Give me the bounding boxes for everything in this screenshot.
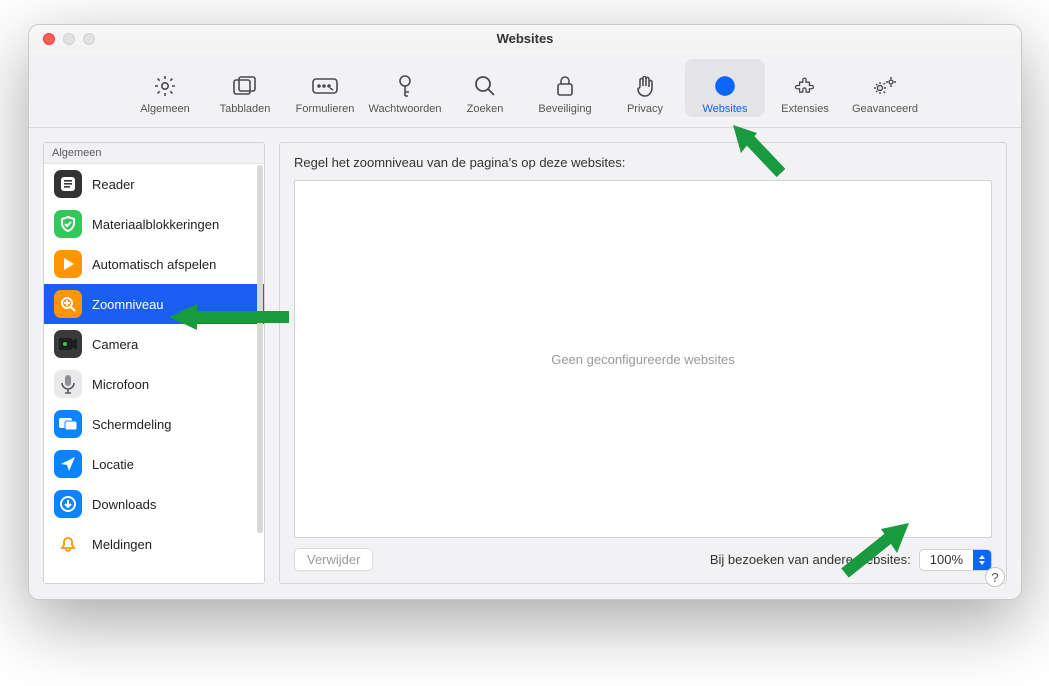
sidebar-item-downloads[interactable]: Downloads (44, 484, 264, 524)
window-title: Websites (29, 31, 1021, 46)
screens-icon (54, 410, 82, 438)
sidebar-item-zoom[interactable]: Zoomniveau (44, 284, 264, 324)
gears-icon (867, 73, 903, 99)
sidebar-list[interactable]: Reader Materiaalblokkeringen Automatisch a… (44, 164, 264, 582)
help-button[interactable]: ? (985, 567, 1005, 587)
sidebar-item-label: Meldingen (92, 537, 152, 552)
toolbar-tab-advanced[interactable]: Geavanceerd (845, 59, 925, 117)
camera-icon (54, 330, 82, 358)
toolbar-tab-websites[interactable]: Websites (685, 59, 765, 117)
sidebar-item-label: Zoomniveau (92, 297, 164, 312)
delete-button[interactable]: Verwijder (294, 548, 373, 571)
sidebar-item-microphone[interactable]: Microfoon (44, 364, 264, 404)
toolbar-tab-label: Geavanceerd (852, 103, 918, 115)
titlebar: Websites (29, 25, 1021, 53)
main-panel: Regel het zoomniveau van de pagina's op … (279, 142, 1007, 584)
toolbar-tab-label: Algemeen (140, 103, 190, 115)
location-icon (54, 450, 82, 478)
zoom-icon (54, 290, 82, 318)
toolbar-tab-label: Wachtwoorden (369, 103, 442, 115)
toolbar-tab-search[interactable]: Zoeken (445, 59, 525, 117)
zoom-level-select[interactable]: 100% (919, 549, 992, 571)
panel-footer: Verwijder Bij bezoeken van andere websit… (294, 548, 992, 571)
instruction-label: Regel het zoomniveau van de pagina's op … (294, 155, 992, 170)
search-icon (467, 73, 503, 99)
bell-icon (54, 530, 82, 558)
sidebar-item-label: Microfoon (92, 377, 149, 392)
stepper-arrows-icon (973, 550, 991, 570)
reader-icon (54, 170, 82, 198)
lock-icon (547, 73, 583, 99)
puzzle-icon (787, 73, 823, 99)
sidebar-item-notifications[interactable]: Meldingen (44, 524, 264, 564)
sidebar-section-header: Algemeen (44, 143, 264, 164)
toolbar-tab-label: Zoeken (467, 103, 504, 115)
toolbar-tab-tabs[interactable]: Tabbladen (205, 59, 285, 117)
hand-icon (627, 73, 663, 99)
sidebar: Algemeen Reader Materiaalblokkeringen Auto… (43, 142, 265, 584)
preferences-toolbar: Algemeen Tabbladen Formulieren Wachtwoorden… (29, 53, 1021, 128)
gear-icon (147, 73, 183, 99)
toolbar-tab-security[interactable]: Beveiliging (525, 59, 605, 117)
sidebar-item-autoplay[interactable]: Automatisch afspelen (44, 244, 264, 284)
toolbar-tab-privacy[interactable]: Privacy (605, 59, 685, 117)
play-icon (54, 250, 82, 278)
sidebar-item-label: Downloads (92, 497, 156, 512)
sidebar-item-label: Camera (92, 337, 138, 352)
preferences-window: Websites Algemeen Tabbladen Formulieren Wac… (28, 24, 1022, 600)
tabs-icon (227, 73, 263, 99)
download-icon (54, 490, 82, 518)
zoom-level-value: 100% (920, 552, 973, 567)
sidebar-item-label: Reader (92, 177, 135, 192)
toolbar-tab-label: Extensies (781, 103, 829, 115)
empty-state-label: Geen geconfigureerde websites (551, 352, 735, 367)
sidebar-item-camera[interactable]: Camera (44, 324, 264, 364)
other-sites-label: Bij bezoeken van andere websites: (710, 552, 911, 567)
toolbar-tab-general[interactable]: Algemeen (125, 59, 205, 117)
sidebar-item-blockers[interactable]: Materiaalblokkeringen (44, 204, 264, 244)
form-icon (307, 73, 343, 99)
scrollbar[interactable] (257, 165, 263, 533)
sidebar-item-screenshare[interactable]: Schermdeling (44, 404, 264, 444)
toolbar-tab-passwords[interactable]: Wachtwoorden (365, 59, 445, 117)
content-area: Algemeen Reader Materiaalblokkeringen Auto… (29, 128, 1021, 598)
globe-icon (707, 73, 743, 99)
configured-websites-list[interactable]: Geen geconfigureerde websites (294, 180, 992, 538)
toolbar-tab-label: Beveiliging (538, 103, 591, 115)
sidebar-item-label: Schermdeling (92, 417, 172, 432)
sidebar-item-label: Automatisch afspelen (92, 257, 216, 272)
sidebar-item-location[interactable]: Locatie (44, 444, 264, 484)
key-icon (387, 73, 423, 99)
sidebar-item-label: Materiaalblokkeringen (92, 217, 219, 232)
default-zoom-controls: Bij bezoeken van andere websites: 100% (710, 549, 992, 571)
shield-icon (54, 210, 82, 238)
toolbar-tab-forms[interactable]: Formulieren (285, 59, 365, 117)
toolbar-tab-label: Websites (702, 103, 747, 115)
toolbar-tab-label: Privacy (627, 103, 663, 115)
sidebar-item-label: Locatie (92, 457, 134, 472)
mic-icon (54, 370, 82, 398)
toolbar-tab-label: Formulieren (296, 103, 355, 115)
sidebar-item-reader[interactable]: Reader (44, 164, 264, 204)
toolbar-tab-label: Tabbladen (220, 103, 271, 115)
toolbar-tab-extensions[interactable]: Extensies (765, 59, 845, 117)
